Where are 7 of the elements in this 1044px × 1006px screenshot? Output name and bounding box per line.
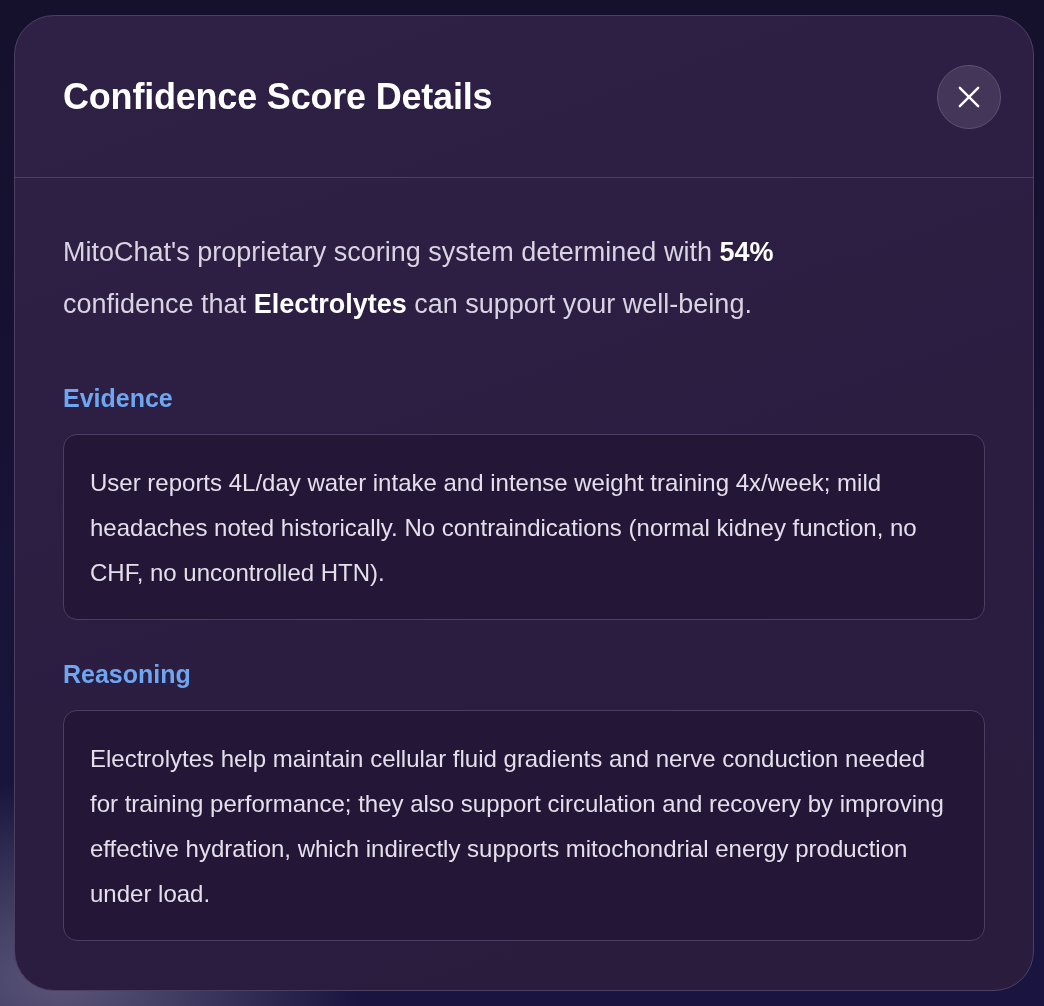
section-text: User reports 4L/day water intake and intense weight training 4x/week; mild headaches noted historically. No contraindications (normal kidney function, no CHF, no uncontrolled HTN). (90, 468, 918, 588)
confidence-summary: MitoChat's proprietary scoring system determined with 54% confidence that Electrolytes can support your well-being. (63, 236, 775, 321)
section-text: Electrolytes help maintain cellular fluid gradients and nerve conduction needed for training performance; they also support circulation and recovery by improving effective hydration, which indirectly supports mitochondrial energy production under load. (90, 744, 945, 909)
close-icon (958, 85, 980, 108)
section-heading: Evidence (63, 383, 174, 414)
section-heading: Reasoning (63, 659, 192, 690)
dialog-title: Confidence Score Details (63, 75, 493, 118)
